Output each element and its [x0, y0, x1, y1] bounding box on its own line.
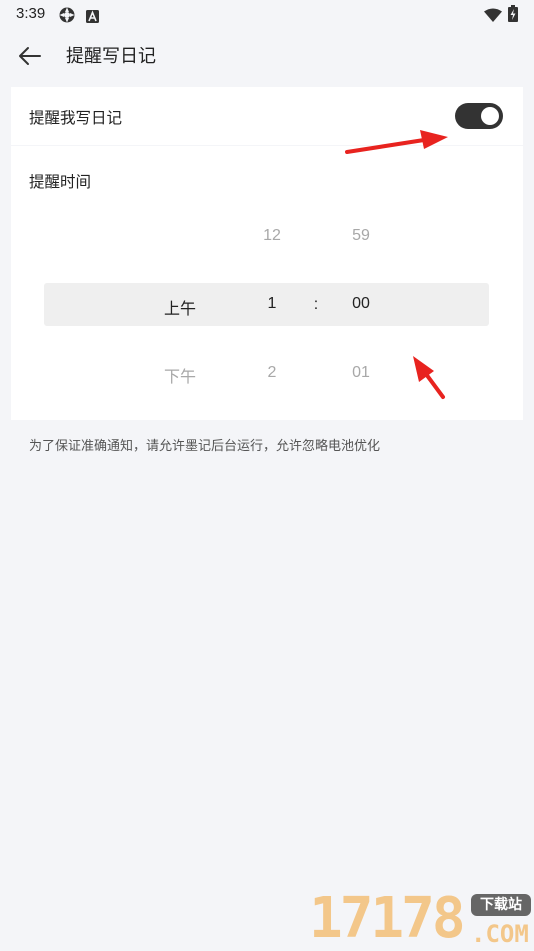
time-picker-card: 提醒时间 上午 下午 12 1 2 : 59 00 01: [11, 146, 523, 420]
toggle-knob: [481, 107, 499, 125]
picker-ampm-selected[interactable]: 上午: [150, 295, 210, 319]
picker-minute-below[interactable]: 01: [331, 364, 391, 382]
picker-ampm-below[interactable]: 下午: [150, 363, 210, 387]
picker-hour-below[interactable]: 2: [242, 364, 302, 382]
picker-minute-selected[interactable]: 00: [331, 295, 391, 313]
text-a-icon: [86, 8, 99, 27]
back-button[interactable]: [14, 40, 46, 72]
remind-toggle-switch[interactable]: [455, 103, 503, 129]
settings-gear-icon: [58, 6, 76, 28]
app-bar: 提醒写日记: [0, 28, 534, 84]
picker-hour-above[interactable]: 12: [242, 227, 302, 245]
remind-toggle-row[interactable]: 提醒我写日记: [11, 87, 523, 145]
wifi-icon: [484, 7, 502, 26]
site-watermark: 17178 下载站 .COM: [305, 888, 534, 950]
battery-charging-icon: [508, 5, 518, 26]
status-bar: 3:39: [0, 0, 534, 28]
status-time: 3:39: [16, 5, 46, 22]
watermark-badge: 下载站: [471, 894, 531, 916]
background-permission-hint: 为了保证准确通知，请允许墨记后台运行，允许忽略电池优化: [29, 439, 381, 454]
picker-minute-above[interactable]: 59: [331, 227, 391, 245]
arrow-left-icon: [19, 47, 41, 65]
watermark-suffix: .COM: [471, 920, 529, 948]
page-title: 提醒写日记: [66, 46, 156, 67]
remind-toggle-label: 提醒我写日记: [29, 109, 123, 127]
watermark-digits: 17178: [309, 886, 466, 951]
time-picker-label: 提醒时间: [29, 173, 92, 191]
